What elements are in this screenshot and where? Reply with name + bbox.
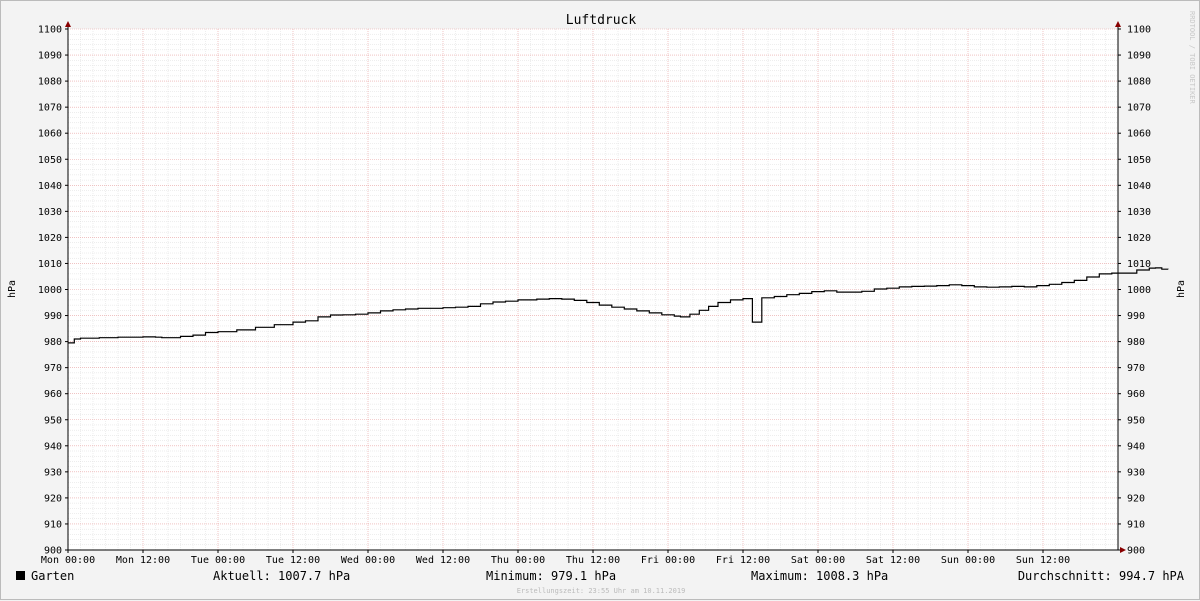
y-tick-label-left: 930 (44, 467, 62, 478)
x-tick-label: Thu 00:00 (491, 555, 545, 566)
y-tick-label-left: 1020 (38, 233, 62, 244)
chart-svg: 900 910 920 930 940 950 960 970 980 990 1000 1010 10… (7, 11, 1196, 595)
y-tick-label-right: 920 (1127, 493, 1145, 504)
stat-durchschnitt: Durchschnitt: 994.7 hPA (1018, 569, 1185, 583)
y-tick-label-left: 1050 (38, 155, 62, 166)
x-tick-label: Wed 00:00 (341, 555, 395, 566)
watermark: RRDTOOL / TOBI OETIKER (1188, 11, 1196, 105)
y-axis-right-arrow (1115, 21, 1121, 27)
y-tick-label-left: 1040 (38, 181, 62, 192)
y-tick-label-right: 1030 (1127, 207, 1151, 218)
y-axis-left-arrow (65, 21, 71, 27)
y-tick-label-left: 1030 (38, 207, 62, 218)
y-tick-label-left: 1090 (38, 51, 62, 62)
y-tick-label-right: 950 (1127, 415, 1145, 426)
x-tick-label: Thu 12:00 (566, 555, 620, 566)
y-tick-label-right: 1070 (1127, 103, 1151, 114)
y-tick-label-right: 900 (1127, 546, 1145, 557)
y-tick-label-right: 930 (1127, 467, 1145, 478)
y-tick-label-right: 1060 (1127, 129, 1151, 140)
chart-frame: 900 910 920 930 940 950 960 970 980 990 1000 1010 10… (0, 0, 1200, 600)
y-axis-left-ticks: 9009109209309409509609709809901000101010… (38, 25, 68, 557)
legend-swatch-garten (16, 571, 25, 580)
y-tick-label-right: 1090 (1127, 51, 1151, 62)
y-tick-label-left: 950 (44, 415, 62, 426)
stat-minimum: Minimum: 979.1 hPa (486, 569, 616, 583)
y-tick-label-right: 1050 (1127, 155, 1151, 166)
stat-aktuell: Aktuell: 1007.7 hPa (213, 569, 350, 583)
x-tick-label: Sat 12:00 (866, 555, 920, 566)
y-tick-label-left: 970 (44, 363, 62, 374)
y-tick-label-left: 920 (44, 493, 62, 504)
y-tick-label-left: 1010 (38, 259, 62, 270)
x-tick-label: Fri 12:00 (716, 555, 770, 566)
creation-time: Erstellungszeit: 23:55 Uhr am 10.11.2019 (517, 587, 686, 595)
x-tick-label: Tue 12:00 (266, 555, 320, 566)
y-tick-label-left: 1080 (38, 77, 62, 88)
y-tick-label-left: 1070 (38, 103, 62, 114)
x-tick-label: Mon 12:00 (116, 555, 170, 566)
y-tick-label-right: 960 (1127, 389, 1145, 400)
x-tick-label: Sat 00:00 (791, 555, 845, 566)
y-tick-label-right: 940 (1127, 441, 1145, 452)
x-tick-label: Mon 00:00 (41, 555, 95, 566)
y-tick-label-left: 990 (44, 311, 62, 322)
y-tick-label-right: 1100 (1127, 25, 1151, 36)
x-tick-label: Fri 00:00 (641, 555, 695, 566)
y-tick-label-right: 910 (1127, 519, 1145, 530)
y-tick-label-left: 940 (44, 441, 62, 452)
y-tick-label-left: 1060 (38, 129, 62, 140)
x-tick-label: Wed 12:00 (416, 555, 470, 566)
y-tick-label-left: 910 (44, 519, 62, 530)
y-tick-label-right: 1010 (1127, 259, 1151, 270)
chart-title: Luftdruck (566, 13, 637, 28)
y-axis-right-ticks: 900 910 920 930 940 950 960 970 980 990 1000 1010 10… (1118, 25, 1151, 557)
y-tick-label-left: 1100 (38, 25, 62, 36)
y-tick-label-left: 1000 (38, 285, 62, 296)
stat-maximum: Maximum: 1008.3 hPa (751, 569, 888, 583)
x-tick-label: Tue 00:00 (191, 555, 245, 566)
y-tick-label-right: 980 (1127, 337, 1145, 348)
legend-label-garten: Garten (31, 569, 74, 583)
y-tick-label-right: 1020 (1127, 233, 1151, 244)
y-tick-label-right: 970 (1127, 363, 1145, 374)
x-axis-ticks: Mon 00:00 Mon 12:00 Tue 00:00 Tue 12:00 Wed … (41, 550, 1070, 566)
y-axis-label-right: hPa (1176, 280, 1187, 298)
y-axis-label-left: hPa (7, 280, 18, 298)
x-tick-label: Sun 12:00 (1016, 555, 1070, 566)
x-axis-arrow (1120, 547, 1126, 553)
x-tick-label: Sun 00:00 (941, 555, 995, 566)
y-tick-label-left: 960 (44, 389, 62, 400)
y-tick-label-right: 1040 (1127, 181, 1151, 192)
y-tick-label-left: 980 (44, 337, 62, 348)
y-tick-label-right: 1080 (1127, 77, 1151, 88)
y-tick-label-right: 1000 (1127, 285, 1151, 296)
y-tick-label-right: 990 (1127, 311, 1145, 322)
